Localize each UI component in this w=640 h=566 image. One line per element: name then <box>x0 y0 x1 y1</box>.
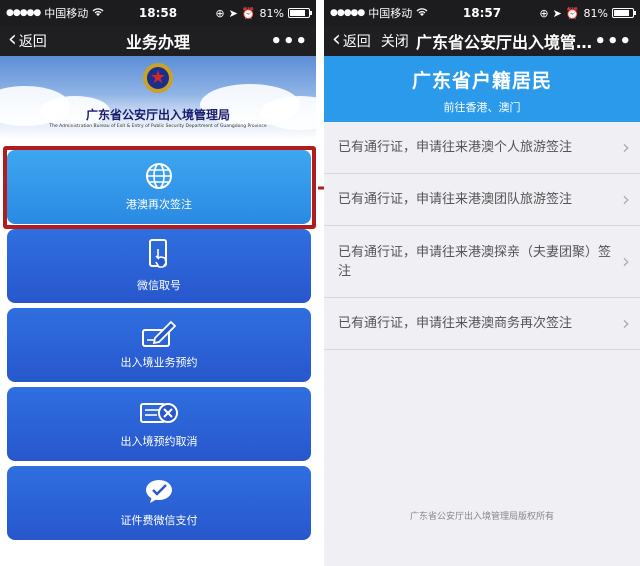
region-header: 广东省户籍居民 前往香港、澳门 <box>324 56 640 122</box>
status-bar: ●●●●● 中国移动 18:57 ⊕ ➤ ⏰ 81% <box>324 0 640 26</box>
wifi-icon <box>416 7 428 20</box>
chevron-left-icon: ‹ <box>8 26 17 52</box>
nav-bar: ‹ 返回 业务办理 ••• <box>0 26 316 56</box>
chevron-right-icon: › <box>622 249 630 273</box>
alarm-icon: ⏰ <box>565 6 580 20</box>
wechat-pay-icon <box>146 480 172 503</box>
back-button[interactable]: ‹ 返回 <box>332 26 371 52</box>
list-item-label: 已有通行证，申请往来港澳商务再次签注 <box>338 316 573 331</box>
status-bar: ●●●●● 中国移动 18:58 ⊕ ➤ ⏰ 81% <box>0 0 316 26</box>
tile-label: 出入境预约取消 <box>120 435 198 448</box>
list-item-label: 已有通行证，申请往来港澳团队旅游签注 <box>338 192 573 207</box>
chevron-right-icon: › <box>622 135 630 159</box>
location-icon: ➤ <box>228 6 238 20</box>
left-phone-screen: ●●●●● 中国移动 18:58 ⊕ ➤ ⏰ 81% ‹ 返回 业务办理 ••• <box>0 0 316 566</box>
close-button[interactable]: 关闭 <box>381 31 409 51</box>
page-title: 业务办理 <box>125 33 190 52</box>
carrier-label: 中国移动 <box>368 7 413 20</box>
list-item-family-visit[interactable]: 已有通行证，申请往来港澳探亲（夫妻团聚）签注 › <box>324 226 640 298</box>
signal-icon: ●●●●● <box>6 8 41 18</box>
carrier-label: 中国移动 <box>44 7 89 20</box>
back-button[interactable]: ‹ 返回 <box>8 26 47 52</box>
page-title: 广东省公安厅出入境管理局 <box>416 33 602 52</box>
chevron-right-icon: › <box>622 187 630 211</box>
region-subtitle: 前往香港、澳门 <box>443 101 521 114</box>
battery-percent: 81% <box>583 6 608 20</box>
tile-label: 证件费微信支付 <box>120 514 198 527</box>
battery-percent: 81% <box>259 6 284 20</box>
police-emblem-icon <box>143 63 173 93</box>
globe-icon <box>146 163 172 189</box>
list-item-business[interactable]: 已有通行证，申请往来港澳商务再次签注 › <box>324 298 640 350</box>
more-menu-button[interactable]: ••• <box>270 31 308 52</box>
phone-touch-icon <box>149 239 167 268</box>
list-item-group-tour[interactable]: 已有通行证，申请往来港澳团队旅游签注 › <box>324 174 640 226</box>
right-phone-screen: ●●●●● 中国移动 18:57 ⊕ ➤ ⏰ 81% ‹ 返回 关闭 广东省公安… <box>324 0 640 566</box>
copyright-footer: 广东省公安厅出入境管理局版权所有 <box>409 512 554 522</box>
chevron-left-icon: ‹ <box>332 26 341 52</box>
chevron-right-icon: › <box>622 311 630 335</box>
location-icon: ➤ <box>552 6 562 20</box>
battery-icon <box>288 8 312 18</box>
rotation-lock-icon: ⊕ <box>215 6 225 20</box>
tile-label: 微信取号 <box>137 279 181 292</box>
tile-label: 港澳再次签注 <box>126 198 192 211</box>
list-item-label: 已有通行证，申请往来港澳探亲（夫妻团聚）签注 <box>338 244 612 279</box>
tile-label: 出入境业务预约 <box>120 356 198 369</box>
service-tiles: 港澳再次签注 微信取号 出入境业务预约 出入境预约取消 证件费微信支付 <box>7 150 311 545</box>
rotation-lock-icon: ⊕ <box>539 6 549 20</box>
tile-appointment-cancel[interactable]: 出入境预约取消 <box>7 387 311 461</box>
tile-exit-entry-appointment[interactable]: 出入境业务预约 <box>7 308 311 382</box>
signing-icon <box>142 320 177 347</box>
cancel-card-icon <box>140 403 178 423</box>
list-item-label: 已有通行证，申请往来港澳个人旅游签注 <box>338 140 573 155</box>
tile-wechat-fee-payment[interactable]: 证件费微信支付 <box>7 466 311 540</box>
list-item-personal-tour[interactable]: 已有通行证，申请往来港澳个人旅游签注 › <box>324 122 640 174</box>
region-title: 广东省户籍居民 <box>411 70 552 92</box>
org-name-cn: 广东省公安厅出入境管理局 <box>85 108 230 122</box>
back-label: 返回 <box>342 34 371 50</box>
tile-hk-macau-re-endorsement[interactable]: 港澳再次签注 <box>7 150 311 224</box>
header-banner: 广东省公安厅出入境管理局 The Administration Bureau o… <box>0 56 316 140</box>
battery-icon <box>612 8 636 18</box>
signal-icon: ●●●●● <box>330 8 365 18</box>
wifi-icon <box>92 7 104 20</box>
more-menu-button[interactable]: ••• <box>594 31 632 52</box>
alarm-icon: ⏰ <box>241 6 256 20</box>
org-name-en: The Administration Bureau of Exit & Entr… <box>49 124 267 129</box>
tile-wechat-queue-number[interactable]: 微信取号 <box>7 229 311 303</box>
nav-bar: ‹ 返回 关闭 广东省公安厅出入境管理局 ••• <box>324 26 640 56</box>
back-label: 返回 <box>18 34 47 50</box>
endorsement-list: 已有通行证，申请往来港澳个人旅游签注 › 已有通行证，申请往来港澳团队旅游签注 … <box>324 122 640 350</box>
